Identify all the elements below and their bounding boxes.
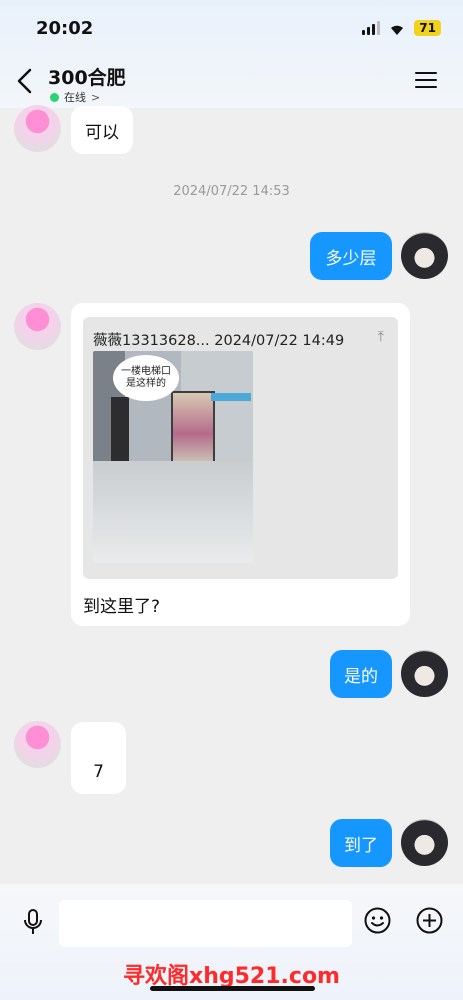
contact-avatar[interactable] <box>14 303 61 350</box>
home-indicator <box>150 986 315 991</box>
online-dot-icon <box>50 92 59 102</box>
message-text: 是的 <box>344 666 378 687</box>
smiley-icon <box>364 907 391 934</box>
hamburger-menu-icon <box>415 72 437 74</box>
user-avatar[interactable] <box>401 819 448 866</box>
message-text: 7 <box>93 762 104 782</box>
message-bubble-sent[interactable]: 多少层 <box>310 232 392 280</box>
user-avatar[interactable] <box>401 650 448 697</box>
plus-circle-icon <box>416 907 443 934</box>
message-text: 可以 <box>85 122 119 143</box>
emoji-button[interactable] <box>364 907 391 934</box>
message-text: 到了 <box>344 835 378 856</box>
photo-caption: 一楼电梯口是这样的 <box>113 355 179 401</box>
more-button[interactable] <box>416 907 443 934</box>
message-timestamp: 2024/07/22 14:53 <box>173 184 290 199</box>
online-label: 在线 <box>64 91 86 104</box>
collapse-icon[interactable]: ⤒ <box>378 329 384 345</box>
menu-button[interactable] <box>415 72 437 90</box>
chat-title[interactable]: 300合肥 <box>48 63 126 90</box>
quote-header: 薇薇13313628... 2024/07/22 14:49 <box>93 333 345 349</box>
battery-indicator: 71 <box>414 20 441 36</box>
message-bubble-sent[interactable]: 是的 <box>330 650 392 698</box>
quoted-message[interactable]: 薇薇13313628... 2024/07/22 14:49 ⤒ 一楼电梯口是这… <box>83 317 398 579</box>
status-time: 20:02 <box>36 18 94 39</box>
message-text: 多少层 <box>325 248 377 269</box>
chevron-right-icon: > <box>91 90 101 104</box>
message-input[interactable] <box>59 900 352 947</box>
quoted-photo[interactable]: 一楼电梯口是这样的 <box>93 351 253 563</box>
contact-avatar[interactable] <box>14 105 61 152</box>
voice-button[interactable] <box>22 908 44 936</box>
online-status[interactable]: 在线 > <box>50 89 100 105</box>
message-bubble-received-quote[interactable]: 薇薇13313628... 2024/07/22 14:49 ⤒ 一楼电梯口是这… <box>71 303 410 626</box>
message-bubble-received[interactable]: 7 <box>71 722 126 794</box>
microphone-icon <box>24 909 42 934</box>
message-bubble-received[interactable]: 可以 <box>71 106 133 154</box>
user-avatar[interactable] <box>401 232 448 279</box>
chevron-left-icon <box>17 68 32 94</box>
message-text: 到这里了? <box>83 597 161 617</box>
back-button[interactable] <box>14 66 36 96</box>
contact-avatar[interactable] <box>14 721 61 768</box>
message-bubble-sent[interactable]: 到了 <box>330 819 392 867</box>
status-icons: 71 <box>362 20 441 36</box>
signal-icon <box>362 21 381 35</box>
wifi-icon <box>388 21 406 35</box>
